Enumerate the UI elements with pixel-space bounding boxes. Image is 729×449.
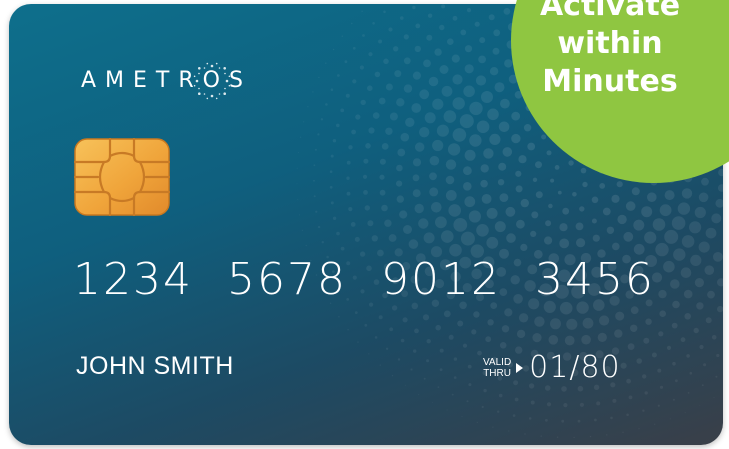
- activate-badge-line-1: Activate: [539, 0, 681, 23]
- valid-label-bottom: THRU: [483, 367, 511, 379]
- card-number-group-2: 5678: [226, 254, 347, 305]
- activate-badge-line-2: within: [557, 26, 663, 61]
- activate-badge-line-3: Minutes: [542, 64, 678, 99]
- expiry-date: 01/80: [529, 350, 621, 385]
- brand-text: AMETROS: [81, 68, 252, 93]
- card-number: 1234 5678 9012 3456: [73, 254, 655, 305]
- activate-badge-text: Activate within Minutes: [511, 0, 709, 101]
- card-number-group-4: 3456: [534, 254, 655, 305]
- valid-thru: VALID THRU 01/80: [483, 350, 621, 385]
- triangle-right-icon: [516, 362, 524, 373]
- card-promo-image: AMETROS 1234 5678 9012 3456 JOHN SMITH V…: [0, 0, 729, 449]
- valid-thru-label: VALID THRU: [483, 357, 511, 379]
- card-number-group-1: 1234: [73, 254, 193, 305]
- brand-logo: AMETROS: [81, 62, 252, 99]
- cardholder-name: JOHN SMITH: [76, 352, 234, 380]
- card-number-group-3: 9012: [380, 254, 501, 305]
- valid-label-top: VALID: [483, 356, 512, 368]
- emv-chip-icon: [74, 138, 170, 216]
